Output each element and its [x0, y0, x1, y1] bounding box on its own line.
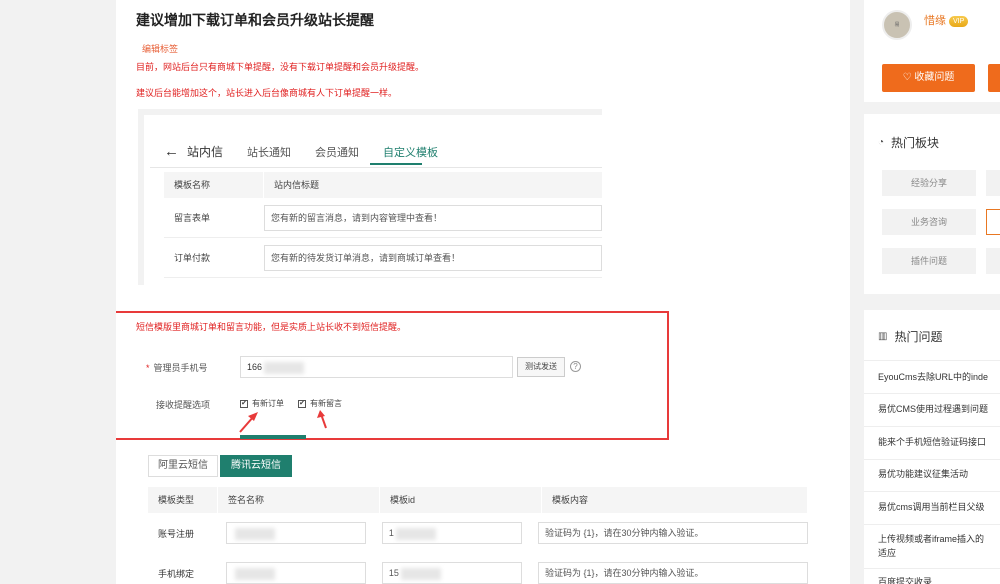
board-button[interactable] [986, 170, 1000, 196]
blurred-text [234, 567, 275, 580]
inbox-card: ← 站内信 站长通知 会员通知 自定义模板 模板名称 站内信标题 留言表单 您有… [144, 115, 602, 285]
username-link[interactable]: 惜缘 VIP [924, 12, 969, 28]
hot-questions-title: ▥ 热门问题 [878, 330, 943, 344]
table-row: 账号注册 1 验证码为 {1}，请在30分钟内输入验证。 [148, 513, 808, 553]
table-row: 留言表单 您有新的留言消息，请到内容管理中查看！ [164, 198, 602, 238]
hot-boards-title: ◔ 热门板块 [878, 136, 940, 150]
template-type: 账号注册 [158, 528, 195, 539]
table-row: 订单付款 您有新的待发货订单消息，请到商城订单查看！ [164, 238, 602, 278]
template-title: 您有新的留言消息，请到内容管理中查看！ [264, 204, 602, 231]
remind-options-label: 接收提醒选项 [156, 400, 211, 410]
test-send-button: 测试发送 [517, 357, 565, 377]
board-experience-share[interactable]: 经验分享 [882, 170, 976, 196]
arrow-left-icon: ← [164, 143, 179, 160]
sms-note: 短信模版里商城订单和留言功能，但是实质上站长收不到短信提醒。 [136, 322, 407, 332]
red-arrows [239, 410, 327, 433]
hot-question-link[interactable]: 易优cms调用当前栏目父级 [878, 501, 1000, 514]
checkbox-new-message: ✔ 有新留言 [298, 399, 342, 408]
hot-question-link[interactable]: 能来个手机短信验证码接口 [878, 436, 1000, 449]
post-content: 建议增加下载订单和会员升级站长提醒 编辑标签 目前，网站后台只有商城下单提醒，没… [116, 0, 850, 584]
tab-tencent-sms: 腾讯云短信 [220, 455, 292, 477]
favorite-question-button[interactable]: ♡ 收藏问题 [882, 64, 975, 92]
avatar[interactable]: 易 [882, 10, 912, 40]
post-paragraph-2: 建议后台能增加这个，站长进入后台像商城有人下订单提醒一样。 [136, 88, 398, 98]
tab-member-notice: 会员通知 [315, 146, 360, 159]
column-header: 模板内容 [542, 487, 808, 513]
divider [864, 360, 1000, 361]
board-business-consult[interactable]: 业务咨询 [882, 209, 976, 235]
table-row: 手机绑定 15 验证码为 {1}，请在30分钟内输入验证。 [148, 553, 808, 584]
divider [864, 426, 1000, 427]
vip-badge: VIP [949, 15, 969, 27]
blurred-text [264, 361, 305, 374]
hot-questions-panel: ▥ 热门问题 EyouCms去除URL中的inde 易优CMS使用过程遇到问题 能… [864, 310, 1000, 584]
green-bar [240, 435, 306, 439]
edit-tag-link[interactable]: 编辑标签 [142, 42, 178, 55]
template-title: 您有新的待发货订单消息，请到商城订单查看！ [264, 244, 602, 271]
chart-icon: ▥ [878, 331, 888, 342]
column-header: 签名名称 [218, 487, 380, 513]
heart-icon: ♡ [902, 72, 912, 83]
sign-name-field [225, 562, 366, 584]
template-name: 留言表单 [174, 213, 211, 223]
divider [864, 491, 1000, 492]
template-type: 手机绑定 [158, 568, 195, 579]
blurred-text [400, 567, 441, 580]
checkbox-new-order: ✔ 有新订单 [240, 399, 284, 408]
active-tab-underline [370, 163, 422, 165]
template-id-field: 15 [381, 562, 522, 584]
arrow-head [317, 410, 325, 418]
post-title: 建议增加下载订单和会员升级站长提醒 [136, 12, 374, 28]
clock-icon: ◔ [878, 137, 885, 148]
hot-question-link-cont[interactable]: 适应 [878, 547, 1000, 560]
sms-template-table: 模板类型 签名名称 模板id 模板内容 账号注册 1 验证码为 {1}，请在30… [148, 487, 808, 584]
divider [864, 393, 1000, 394]
column-header: 站内信标题 [274, 180, 320, 190]
template-id-field: 1 [381, 522, 522, 544]
hot-question-link[interactable]: 上传视频或者iframe插入的 [878, 533, 1000, 546]
inbox-tabs: ← 站内信 站长通知 会员通知 自定义模板 [164, 143, 462, 160]
inbox-template-screenshot: ← 站内信 站长通知 会员通知 自定义模板 模板名称 站内信标题 留言表单 您有… [138, 109, 602, 285]
inbox-template-table: 模板名称 站内信标题 留言表单 您有新的留言消息，请到内容管理中查看！ 订单付款… [164, 172, 602, 278]
template-name: 订单付款 [174, 253, 211, 263]
phone-label: * 管理员手机号 [146, 363, 208, 373]
board-button[interactable] [986, 209, 1000, 235]
required-mark: * [146, 363, 150, 373]
hot-question-link[interactable]: EyouCms去除URL中的inde [878, 371, 1000, 384]
template-content-field: 验证码为 {1}，请在30分钟内输入验证。 [538, 562, 808, 584]
divider [150, 167, 602, 168]
hot-question-link[interactable]: 易优功能建议征集活动 [878, 468, 1000, 481]
checkbox-icon: ✔ [298, 399, 306, 408]
board-plugin-issues[interactable]: 插件问题 [882, 248, 976, 274]
board-button[interactable] [986, 248, 1000, 274]
column-header: 模板名称 [164, 172, 264, 198]
table-header: 模板类型 签名名称 模板id 模板内容 [148, 487, 808, 513]
question-circle-icon: ? [570, 361, 581, 372]
hot-boards-panel: ◔ 热门板块 经验分享 业务咨询 插件问题 [864, 114, 1000, 294]
hot-question-link[interactable]: 易优CMS使用过程遇到问题 [878, 403, 1000, 416]
inbox-title: 站内信 [187, 145, 224, 159]
sign-name-field [225, 522, 366, 544]
secondary-action-button[interactable] [988, 64, 1000, 92]
column-header: 模板id [380, 487, 542, 513]
admin-phone-field: 166 [240, 356, 513, 378]
column-header: 模板类型 [148, 487, 218, 513]
divider [864, 459, 1000, 460]
hot-question-link[interactable]: 百度提交收录 [878, 576, 1000, 584]
blurred-text [234, 527, 275, 540]
tab-custom-template: 自定义模板 [383, 146, 439, 159]
post-paragraph-1: 目前，网站后台只有商城下单提醒，没有下载订单提醒和会员升级提醒。 [136, 62, 425, 72]
checkbox-icon: ✔ [240, 399, 248, 408]
divider [864, 524, 1000, 525]
table-header: 模板名称 站内信标题 [164, 172, 602, 198]
tab-webmaster-notice: 站长通知 [247, 146, 292, 159]
divider [864, 568, 1000, 569]
template-content-field: 验证码为 {1}，请在30分钟内输入验证。 [538, 522, 808, 544]
tab-aliyun-sms: 阿里云短信 [148, 455, 218, 477]
blurred-text [395, 527, 436, 540]
user-card: 易 惜缘 VIP ♡ 收藏问题 [864, 0, 1000, 102]
